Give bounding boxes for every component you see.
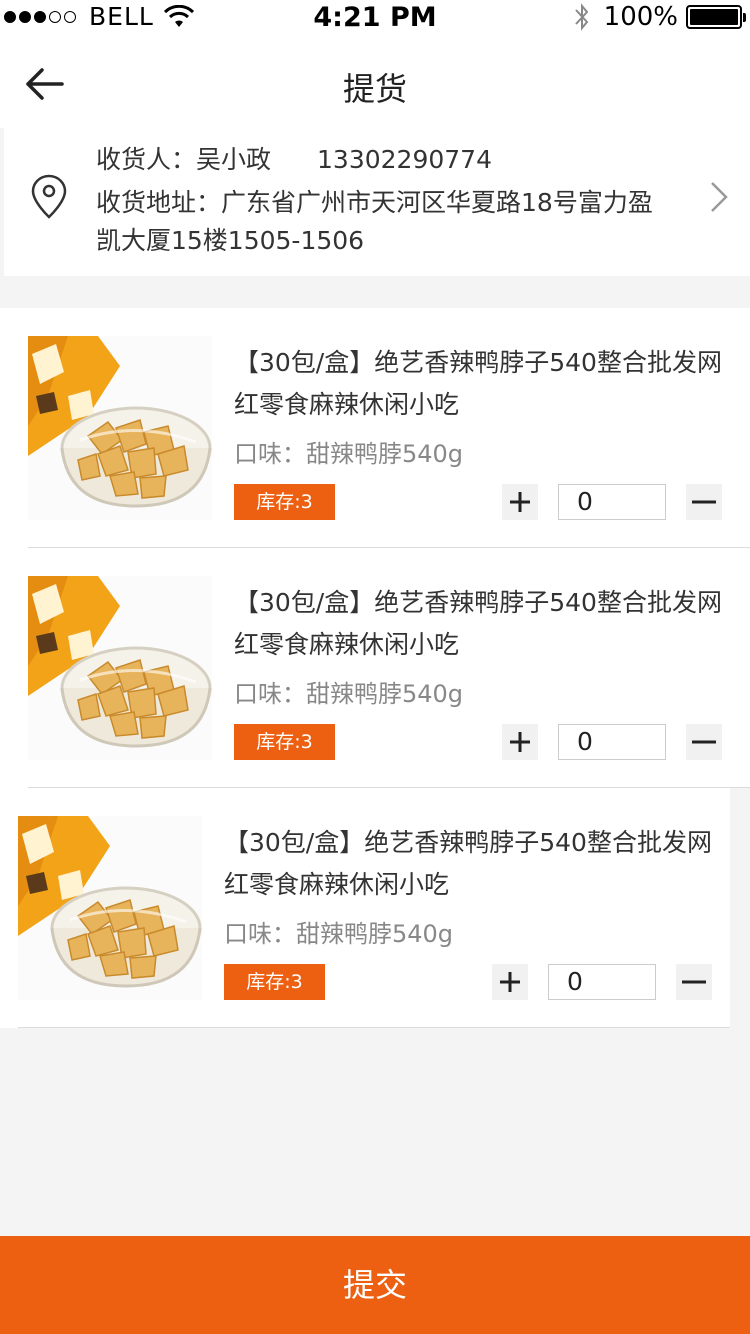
status-right: 100% <box>574 2 746 32</box>
decrease-button[interactable] <box>686 484 722 520</box>
product-flavor: 口味：甜辣鸭脖540g <box>234 680 464 708</box>
receiver-name: 吴小政 <box>196 145 272 174</box>
nav-bar: 提货 <box>0 40 750 128</box>
quantity-input[interactable]: 0 <box>548 964 656 1000</box>
receiver-label: 收货人： <box>96 145 197 174</box>
decrease-button[interactable] <box>686 724 722 760</box>
stock-badge: 库存:3 <box>234 484 335 520</box>
submit-button[interactable]: 提交 <box>0 1236 750 1334</box>
decrease-button[interactable] <box>676 964 712 1000</box>
address-line: 收货地址：广东省广州市天河区华夏路18号富力盈凯大厦15楼1505-1506 <box>96 184 676 260</box>
divider <box>18 1027 730 1028</box>
product-flavor: 口味：甜辣鸭脖540g <box>234 440 464 468</box>
location-pin-icon <box>31 174 67 219</box>
plus-icon <box>510 732 530 752</box>
chevron-right-icon <box>711 182 728 212</box>
bluetooth-icon <box>574 3 588 31</box>
plus-icon <box>500 972 520 992</box>
receiver-line: 收货人：吴小政 13302290774 <box>96 140 492 176</box>
quantity-input[interactable]: 0 <box>558 724 666 760</box>
product-flavor: 口味：甜辣鸭脖540g <box>224 920 454 948</box>
product-list: 【30包/盒】绝艺香辣鸭脖子540整合批发网红零食麻辣休闲小吃 口味：甜辣鸭脖5… <box>0 308 750 1028</box>
snack-photo <box>28 576 212 760</box>
increase-button[interactable] <box>502 484 538 520</box>
battery-percent: 100% <box>603 2 678 32</box>
product-title: 【30包/盒】绝艺香辣鸭脖子540整合批发网红零食麻辣休闲小吃 <box>234 348 722 419</box>
product-title: 【30包/盒】绝艺香辣鸭脖子540整合批发网红零食麻辣休闲小吃 <box>224 828 712 899</box>
page-title: 提货 <box>342 70 407 108</box>
battery-icon <box>686 5 746 29</box>
product-image <box>28 576 212 760</box>
increase-button[interactable] <box>492 964 528 1000</box>
receiver-phone: 13302290774 <box>317 145 492 174</box>
snack-photo <box>28 336 212 520</box>
minus-icon <box>692 500 716 504</box>
address-label: 收货地址： <box>96 188 222 217</box>
product-title: 【30包/盒】绝艺香辣鸭脖子540整合批发网红零食麻辣休闲小吃 <box>234 588 722 659</box>
snack-photo <box>18 816 202 1000</box>
minus-icon <box>692 740 716 744</box>
product-item: 【30包/盒】绝艺香辣鸭脖子540整合批发网红零食麻辣休闲小吃 口味：甜辣鸭脖5… <box>0 548 750 788</box>
address-card[interactable]: 收货人：吴小政 13302290774 收货地址：广东省广州市天河区华夏路18号富… <box>4 116 750 276</box>
stock-badge: 库存:3 <box>234 724 335 760</box>
product-image <box>18 816 202 1000</box>
status-bar: BELL 4:21 PM 100% <box>0 0 750 40</box>
minus-icon <box>682 980 706 984</box>
product-item: 【30包/盒】绝艺香辣鸭脖子540整合批发网红零食麻辣休闲小吃 口味：甜辣鸭脖5… <box>0 788 730 1028</box>
product-image <box>28 336 212 520</box>
quantity-input[interactable]: 0 <box>558 484 666 520</box>
plus-icon <box>510 492 530 512</box>
product-item: 【30包/盒】绝艺香辣鸭脖子540整合批发网红零食麻辣休闲小吃 口味：甜辣鸭脖5… <box>0 308 750 548</box>
stock-badge: 库存:3 <box>224 964 325 1000</box>
increase-button[interactable] <box>502 724 538 760</box>
